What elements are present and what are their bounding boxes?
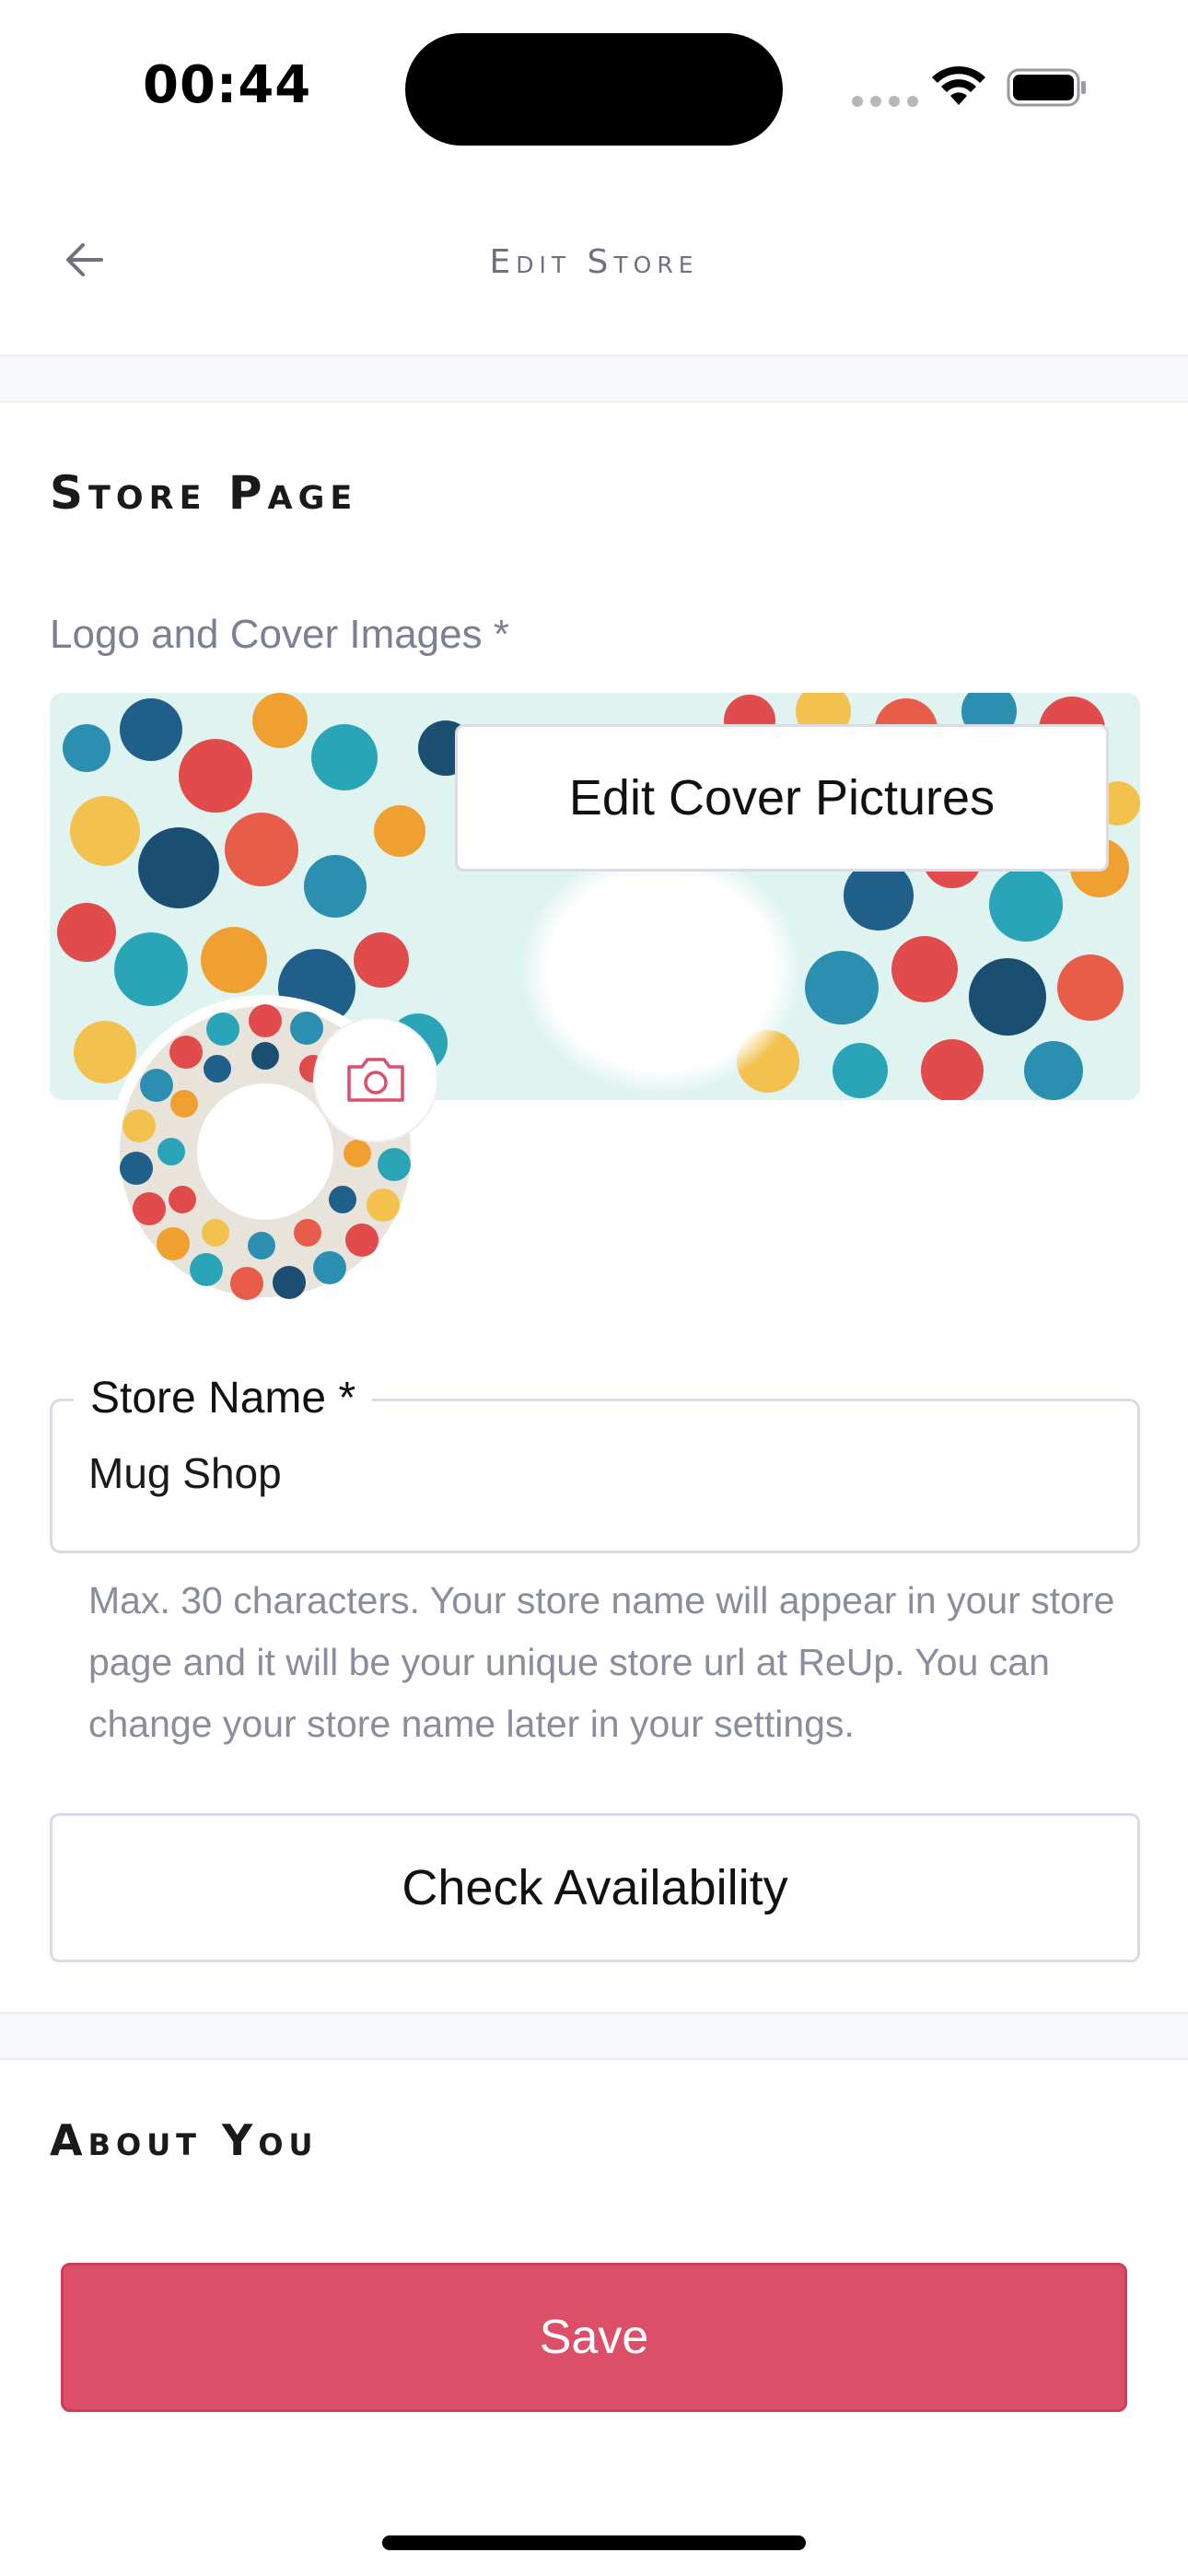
- status-time: 00:44: [143, 55, 312, 115]
- store-page-section-title: Store Page: [50, 466, 358, 520]
- section-divider: [0, 2012, 1188, 2060]
- change-logo-button[interactable]: [313, 1017, 438, 1142]
- edit-store-screen: 00:44 Edit Store Store Page Logo and Cov…: [0, 0, 1188, 2576]
- dynamic-island: [405, 33, 783, 146]
- wifi-icon: [932, 65, 985, 105]
- store-name-helper-text: Max. 30 characters. Your store name will…: [88, 1579, 1115, 1745]
- check-availability-button[interactable]: Check Availability: [50, 1813, 1140, 1962]
- store-name-label: Store Name *: [74, 1373, 373, 1423]
- camera-icon: [347, 1058, 404, 1102]
- battery-icon: [1007, 68, 1086, 107]
- page-title: Edit Store: [489, 243, 699, 281]
- signal-icon: [852, 96, 918, 107]
- about-you-section-title: About You: [50, 2115, 319, 2165]
- home-indicator[interactable]: [382, 2535, 806, 2550]
- top-navigation-bar: Edit Store: [0, 175, 1188, 355]
- status-bar: 00:44: [0, 0, 1188, 175]
- edit-cover-pictures-button[interactable]: Edit Cover Pictures: [455, 724, 1109, 872]
- save-button[interactable]: Save: [61, 2263, 1127, 2412]
- store-name-value[interactable]: Mug Shop: [88, 1448, 282, 1498]
- section-divider: [0, 355, 1188, 403]
- logo-cover-images-label: Logo and Cover Images *: [50, 612, 509, 657]
